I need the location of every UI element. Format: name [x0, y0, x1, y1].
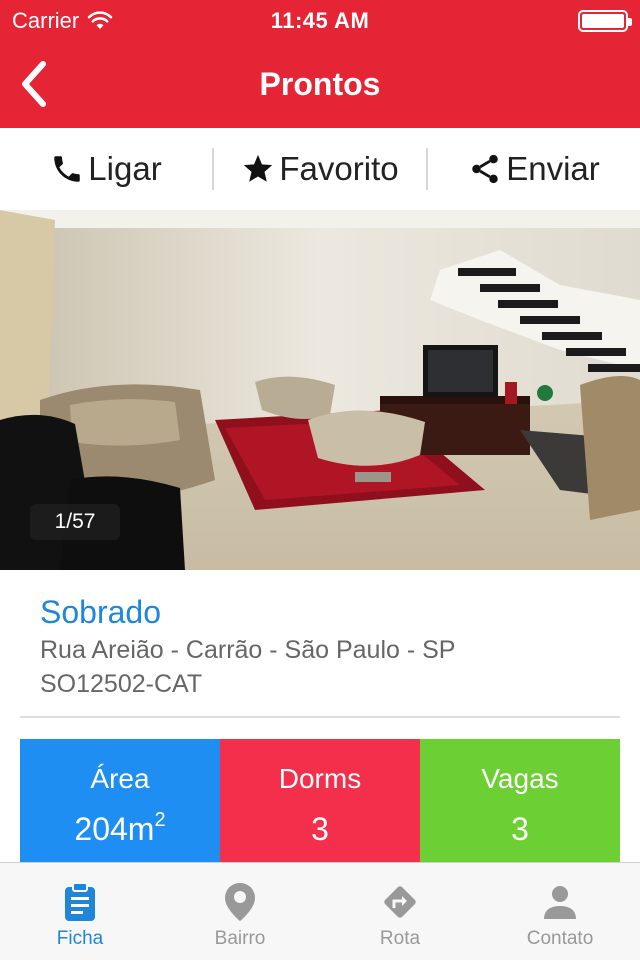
- tab-contato[interactable]: Contato: [480, 863, 640, 960]
- tab-bairro[interactable]: Bairro: [160, 863, 320, 960]
- action-bar: Ligar Favorito Enviar: [0, 128, 640, 210]
- favorite-button[interactable]: Favorito: [214, 128, 426, 210]
- star-icon: [244, 154, 273, 182]
- tab-ficha[interactable]: Ficha: [0, 863, 160, 960]
- dorms-value: 3: [311, 811, 329, 847]
- status-bar: Carrier 11:45 AM: [0, 0, 640, 40]
- tab-contato-label: Contato: [526, 928, 594, 949]
- phone-icon: [54, 156, 81, 182]
- dorms-label: Dorms: [278, 763, 362, 794]
- tab-rota[interactable]: Rota: [320, 863, 480, 960]
- property-code: SO12502-CAT: [40, 670, 203, 698]
- tab-bar: Ficha Bairro Rota Contato: [0, 862, 640, 960]
- clipboard-icon: [65, 882, 95, 921]
- photo-counter: 1/57: [30, 504, 120, 540]
- share-icon: [472, 154, 498, 184]
- vagas-value: 3: [511, 811, 529, 847]
- tab-bairro-label: Bairro: [214, 928, 266, 949]
- share-label: Enviar: [506, 150, 600, 187]
- property-stats: Área 204m2 Dorms 3 Vagas 3: [20, 739, 620, 864]
- call-button[interactable]: Ligar: [0, 128, 212, 210]
- person-icon: [544, 886, 576, 919]
- page-title: Prontos: [259, 66, 381, 102]
- tab-ficha-label: Ficha: [56, 928, 104, 949]
- property-type: Sobrado: [40, 594, 161, 630]
- property-photo[interactable]: 1/57: [0, 210, 640, 570]
- map-pin-icon: [225, 883, 255, 921]
- property-address: Rua Areião - Carrão - São Paulo - SP: [40, 636, 456, 664]
- navigation-bar: Prontos: [0, 40, 640, 128]
- status-time: 11:45 AM: [270, 8, 370, 33]
- area-unit-superscript: 2: [154, 809, 166, 831]
- share-button[interactable]: Enviar: [428, 128, 640, 210]
- area-value: 204m2: [74, 809, 166, 847]
- directions-icon: [384, 886, 416, 918]
- property-info: Sobrado Rua Areião - Carrão - São Paulo …: [20, 570, 620, 718]
- battery-icon: [578, 10, 632, 32]
- vagas-label: Vagas: [481, 763, 559, 794]
- tab-rota-label: Rota: [379, 928, 421, 949]
- dorms-stat: Dorms 3: [220, 739, 420, 864]
- header: Carrier 11:45 AM Prontos: [0, 0, 640, 128]
- call-label: Ligar: [88, 150, 162, 187]
- favorite-label: Favorito: [279, 150, 399, 187]
- area-label: Área: [90, 763, 150, 794]
- vagas-stat: Vagas 3: [420, 739, 620, 864]
- area-stat: Área 204m2: [20, 739, 220, 864]
